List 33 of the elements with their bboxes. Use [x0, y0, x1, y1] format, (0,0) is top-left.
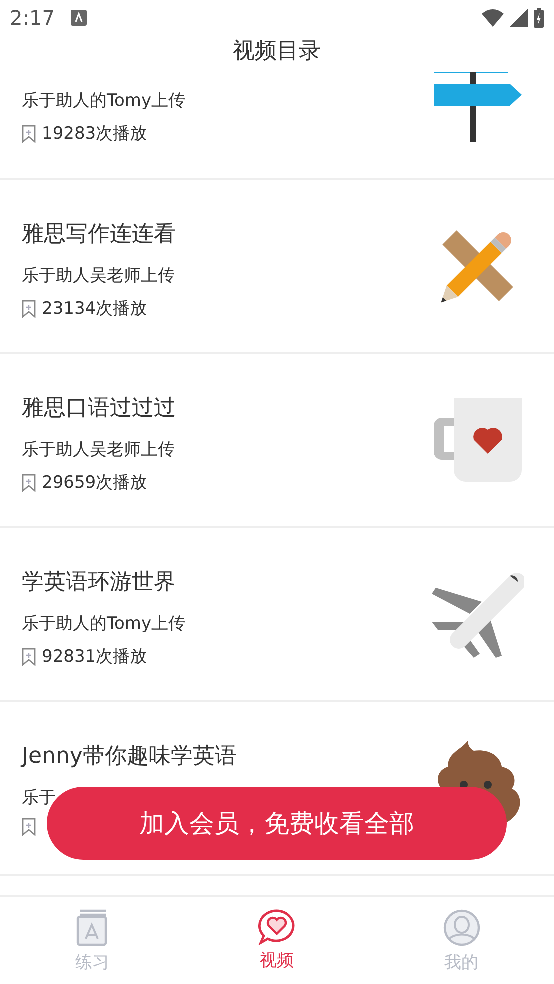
heart-chat-icon — [258, 909, 296, 945]
video-title: Jenny带你趣味学英语 — [22, 743, 238, 771]
play-count: 23134次播放 — [42, 298, 148, 321]
mug-icon — [432, 398, 524, 482]
video-list-item[interactable]: 雅思写作连连看 乐于助人吴老师上传 23134次播放 — [0, 180, 554, 354]
play-count: 92831次播放 — [42, 646, 148, 669]
video-list-item[interactable]: 学英语环游世界 乐于助人的Tomy上传 92831次播放 — [0, 528, 554, 702]
play-count: 19283次播放 — [42, 123, 148, 146]
uploader-text: 乐于助人吴老师上传 — [22, 439, 176, 462]
video-title: 雅思口语过过过 — [22, 395, 177, 423]
signpost-icon — [434, 72, 524, 142]
video-title: 雅思写作连连看 — [22, 221, 177, 249]
book-icon — [76, 909, 108, 947]
bookmark-icon — [22, 474, 36, 492]
bookmark-icon — [22, 125, 36, 143]
video-list-item[interactable]: 乐于助人的Tomy上传 19283次播放 — [0, 72, 554, 180]
uploader-text: 乐于助人的Tomy上传 — [22, 90, 187, 113]
video-list-item[interactable]: 雅思口语过过过 乐于助人吴老师上传 29659次播放 — [0, 354, 554, 528]
uploader-text: 乐于助人的Tomy上传 — [22, 613, 187, 636]
uploader-text: 乐于助人吴老师上传 — [22, 265, 176, 288]
user-avatar-icon — [442, 909, 481, 947]
page-title: 视频目录 — [233, 38, 321, 66]
bookmark-icon — [22, 300, 36, 318]
status-time: 2:17 — [10, 6, 55, 30]
signal-icon — [510, 9, 528, 27]
wifi-icon — [482, 9, 504, 27]
play-count: 29659次播放 — [42, 472, 148, 495]
notification-icon — [70, 10, 87, 26]
battery-icon — [534, 8, 544, 28]
nav-tab[interactable]: 视频 — [184, 897, 370, 984]
bookmark-icon — [22, 818, 36, 836]
video-title: 学英语环游世界 — [22, 569, 177, 597]
bookmark-icon — [22, 648, 36, 666]
